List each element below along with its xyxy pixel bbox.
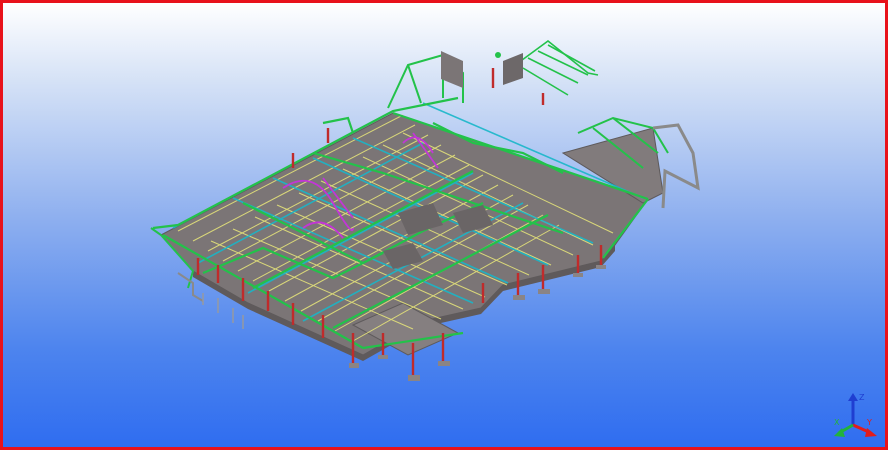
canopy-frame (517, 39, 599, 96)
model-viewport[interactable]: Z Y X (0, 0, 888, 450)
y-axis-label: Y (866, 418, 872, 427)
north-wall-panel (441, 51, 463, 88)
canopy-marker (495, 52, 501, 58)
x-axis-arrow-icon (865, 428, 877, 437)
z-axis-label: Z (859, 393, 865, 402)
x-axis-label: X (834, 418, 840, 427)
z-axis-arrow-icon (848, 393, 858, 401)
structural-model-3d-view[interactable] (3, 3, 885, 447)
axis-triad: Z Y X (834, 393, 877, 437)
canopy-panel (503, 53, 523, 85)
